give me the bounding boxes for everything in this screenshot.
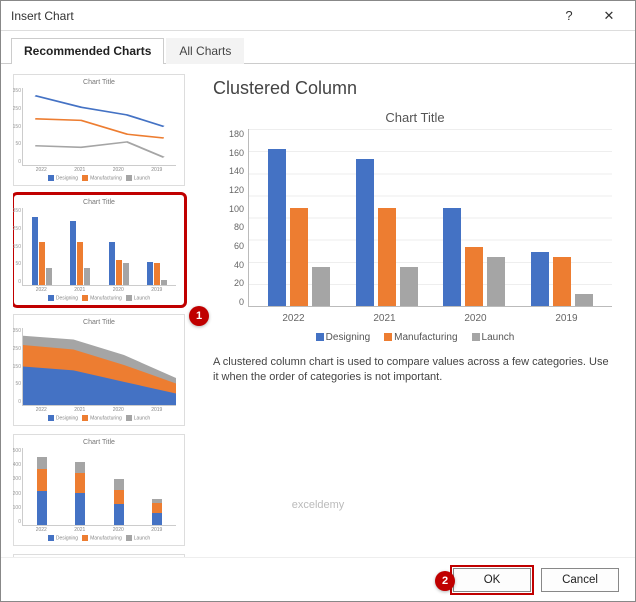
bar (290, 208, 308, 306)
bar (400, 267, 418, 306)
tab-recommended[interactable]: Recommended Charts (11, 38, 164, 64)
thumb-title: Chart Title (18, 319, 180, 326)
bar (575, 294, 593, 306)
dialog-footer: 2 OK Cancel (1, 557, 635, 601)
legend-swatch-launch (472, 333, 480, 341)
insert-chart-dialog: Insert Chart ? ✕ Recommended Charts All … (0, 0, 636, 602)
tab-bar: Recommended Charts All Charts (1, 31, 635, 64)
legend: Designing Manufacturing Launch (218, 332, 612, 343)
bar (531, 252, 549, 306)
legend-swatch-designing (316, 333, 324, 341)
bar-group (356, 129, 418, 306)
chart-thumb-clustered-column[interactable]: Chart Title 350250150500 202220212020201… (13, 194, 185, 306)
thumb-plot: 350250150500 (22, 208, 176, 286)
thumb-plot: 350250150500 (22, 88, 176, 166)
bar (465, 247, 483, 306)
dialog-title: Insert Chart (11, 9, 549, 23)
bar (487, 257, 505, 306)
legend-swatch-manufacturing (384, 333, 392, 341)
bar (443, 208, 461, 306)
chart-description: A clustered column chart is used to comp… (213, 355, 617, 385)
plot-area (248, 129, 612, 307)
cancel-button[interactable]: Cancel (541, 568, 619, 592)
bar (356, 159, 374, 307)
chart-thumb-line[interactable]: Chart Title 350250150500 202220212020201… (13, 74, 185, 186)
x-axis: 2022202120202019 (218, 307, 612, 328)
chart-thumbnail-list[interactable]: Chart Title 350250150500 202220212020201… (13, 74, 199, 557)
help-button[interactable]: ? (549, 2, 589, 30)
bar-group (268, 129, 330, 306)
bar (553, 257, 571, 306)
bar (268, 149, 286, 306)
watermark: exceldemy (292, 499, 345, 511)
close-button[interactable]: ✕ (589, 2, 629, 30)
thumb-title: Chart Title (18, 79, 180, 86)
annotation-1: 1 (189, 306, 209, 326)
dialog-body: Chart Title 350250150500 202220212020201… (1, 64, 635, 557)
chart-thumb-stacked-area[interactable]: Chart Title 350250150500 202220212020201… (13, 314, 185, 426)
main-panel: Clustered Column Chart Title 18016014012… (207, 74, 623, 557)
chart-preview[interactable]: Chart Title 180160140120100806040200 202… (213, 105, 617, 345)
tab-all-charts[interactable]: All Charts (166, 38, 244, 64)
bar (378, 208, 396, 306)
thumb-title: Chart Title (18, 439, 180, 446)
ok-button[interactable]: OK (453, 568, 531, 592)
chart-thumb-stacked-column[interactable]: Chart Title 5004003002001000 20222021202… (13, 434, 185, 546)
bar-group (443, 129, 505, 306)
preview-plot: 180160140120100806040200 (218, 129, 612, 307)
preview-title: Chart Title (218, 110, 612, 125)
area-icon (23, 328, 176, 405)
annotation-2: 2 (435, 571, 455, 591)
chart-type-heading: Clustered Column (213, 78, 617, 99)
bar-group (531, 129, 593, 306)
y-axis: 180160140120100806040200 (218, 129, 248, 307)
thumb-plot: 350250150500 (22, 328, 176, 406)
thumb-plot: 5004003002001000 (22, 448, 176, 526)
titlebar: Insert Chart ? ✕ (1, 1, 635, 31)
bar (312, 267, 330, 306)
thumb-title: Chart Title (18, 199, 180, 206)
line-icon (23, 88, 176, 165)
